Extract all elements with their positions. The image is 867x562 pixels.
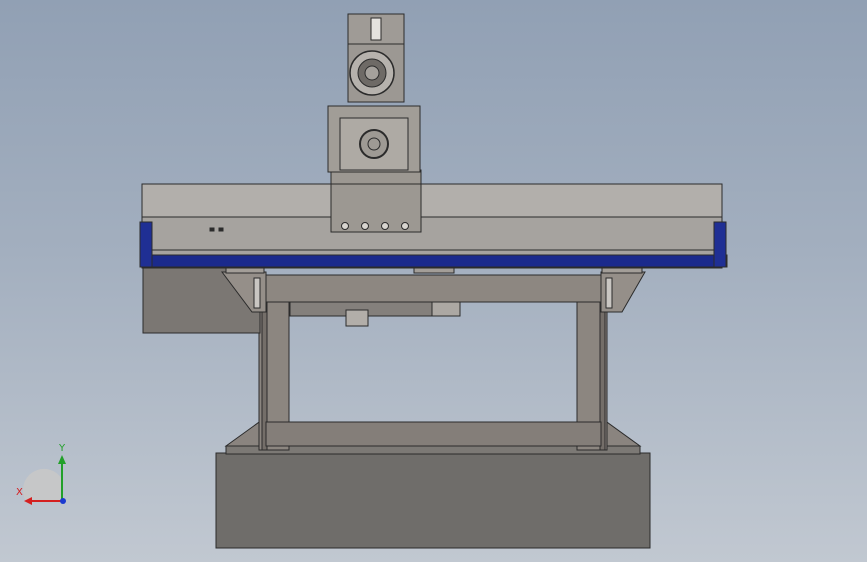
screw-nut xyxy=(345,309,369,327)
lower-cross-beam xyxy=(265,421,602,447)
screw-mark xyxy=(209,227,215,232)
z-axis-bearing-center xyxy=(367,137,381,151)
carriage-bolt xyxy=(341,222,349,230)
carriage-bolt xyxy=(361,222,369,230)
spindle-core xyxy=(364,65,380,81)
x-axis-label: X xyxy=(16,487,23,498)
carriage-bolt xyxy=(381,222,389,230)
axis-triad: X Y xyxy=(10,440,80,510)
spindle-clamp xyxy=(370,17,382,41)
left-brace xyxy=(224,419,263,447)
gantry-beam-top-face xyxy=(141,183,723,218)
y-axis-arrow xyxy=(58,455,66,464)
y-axis-label: Y xyxy=(59,443,66,454)
triad-base-arc xyxy=(22,468,62,501)
cad-3d-viewport[interactable]: X Y xyxy=(0,0,867,562)
bolt xyxy=(253,277,261,309)
gantry-end-right xyxy=(713,221,727,268)
z-axis-dot xyxy=(60,498,66,504)
bolt xyxy=(605,277,613,309)
upper-cross-beam xyxy=(265,274,602,303)
screw-mark xyxy=(218,227,224,232)
carriage-bolt xyxy=(401,222,409,230)
right-brace xyxy=(603,419,642,447)
gantry-rail-accent xyxy=(141,254,728,268)
cnc-gantry-model[interactable] xyxy=(0,0,867,562)
base-block xyxy=(215,452,651,549)
gantry-end-left xyxy=(139,221,153,268)
screw-bearing xyxy=(431,301,461,317)
